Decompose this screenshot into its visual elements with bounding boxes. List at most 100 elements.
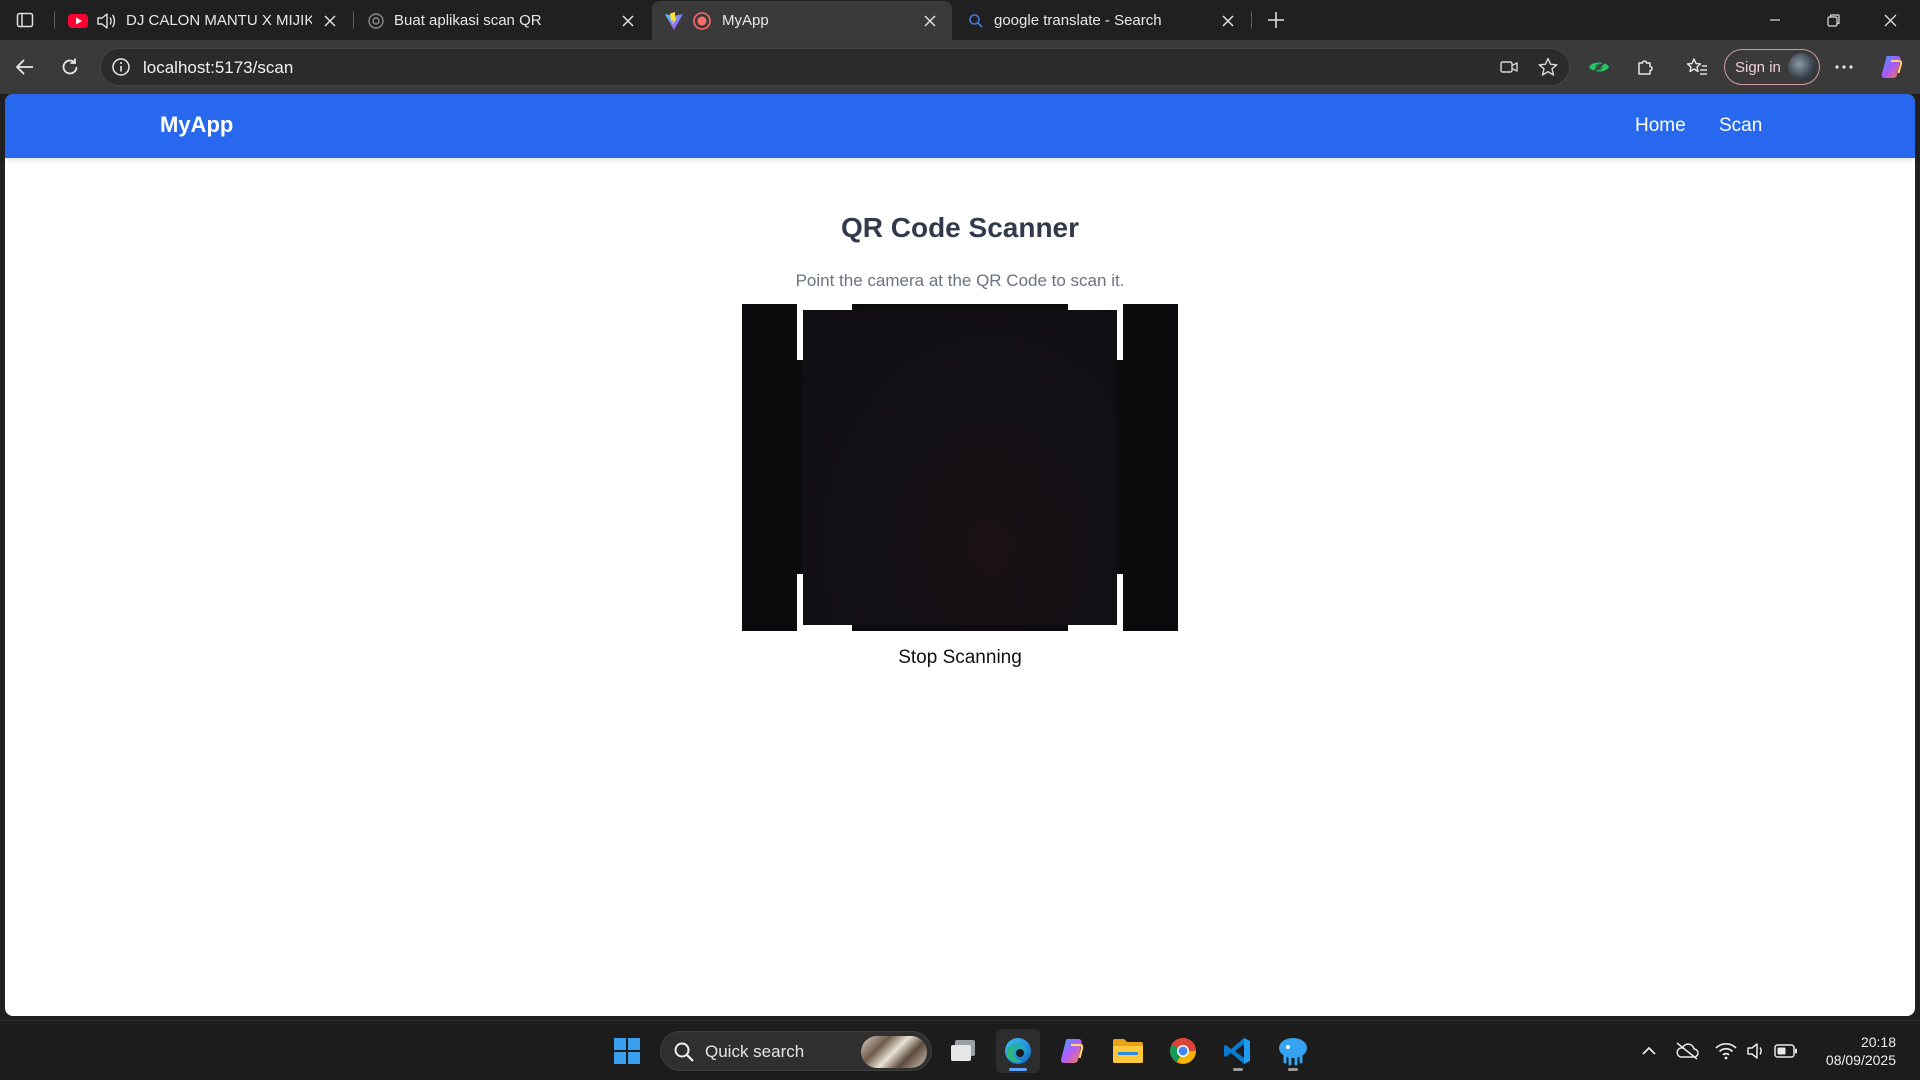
tab-youtube[interactable]: DJ CALON MANTU X MIJIKU xyxy=(56,1,352,40)
sign-in-button[interactable]: Sign in xyxy=(1724,49,1820,85)
windows-start-icon xyxy=(614,1038,640,1064)
scan-frame-corner xyxy=(797,304,803,360)
url-text[interactable]: localhost:5173/scan xyxy=(143,58,293,78)
search-icon xyxy=(673,1041,695,1063)
page-viewport: MyApp Home Scan QR Code Scanner Point th… xyxy=(5,94,1915,1016)
taskbar-vscode[interactable] xyxy=(1216,1029,1260,1073)
scan-frame-corner xyxy=(797,625,852,631)
close-icon[interactable] xyxy=(618,11,638,31)
address-bar[interactable]: localhost:5173/scan xyxy=(100,48,1570,86)
close-window-button[interactable] xyxy=(1862,0,1918,40)
tab-chatgpt[interactable]: Buat aplikasi scan QR xyxy=(354,1,650,40)
plus-icon xyxy=(1268,12,1284,28)
tab-strip: DJ CALON MANTU X MIJIKU Buat aplikasi sc… xyxy=(0,0,1920,40)
favorites-button[interactable] xyxy=(1680,50,1714,84)
battery-icon xyxy=(1774,1044,1797,1058)
vite-icon xyxy=(664,11,684,31)
app-navbar: MyApp Home Scan xyxy=(5,94,1915,158)
battery-button[interactable] xyxy=(1774,1039,1798,1063)
taskbar-copilot[interactable] xyxy=(1051,1029,1095,1073)
camera-feed xyxy=(802,310,1116,625)
eye-extension-icon xyxy=(1589,59,1609,75)
copilot-button[interactable] xyxy=(1876,50,1910,84)
extensions-button[interactable] xyxy=(1629,50,1663,84)
minimize-icon xyxy=(1770,19,1780,21)
camera-in-use-icon[interactable] xyxy=(1498,56,1520,78)
copilot-icon xyxy=(1060,1039,1084,1063)
taskbar-file-explorer[interactable] xyxy=(1106,1029,1150,1073)
reload-icon xyxy=(62,58,78,75)
wifi-icon xyxy=(1715,1042,1737,1060)
tab-title: Buat aplikasi scan QR xyxy=(394,12,542,29)
taskbar-edge[interactable] xyxy=(996,1029,1040,1073)
search-placeholder: Quick search xyxy=(705,1042,805,1061)
arrow-left-icon xyxy=(16,59,33,75)
restore-icon xyxy=(1826,13,1840,27)
chrome-icon xyxy=(1170,1037,1197,1064)
tab-title: google translate - Search xyxy=(994,12,1162,29)
search-icon xyxy=(966,11,986,31)
back-button[interactable] xyxy=(8,50,42,84)
copilot-icon xyxy=(1881,56,1903,78)
scan-frame-corner xyxy=(797,304,852,310)
favorite-star-icon[interactable] xyxy=(1537,56,1559,78)
clock-date: 08/09/2025 xyxy=(1825,1052,1896,1068)
close-icon xyxy=(1884,14,1896,26)
start-button[interactable] xyxy=(605,1029,649,1073)
extension-eye-button[interactable] xyxy=(1582,50,1616,84)
nav-link-home[interactable]: Home xyxy=(1635,115,1686,137)
scan-frame-corner xyxy=(1068,625,1123,631)
close-icon[interactable] xyxy=(320,11,340,31)
taskbar: Quick search 20:18 08/09/2025 xyxy=(0,1020,1920,1080)
vscode-icon xyxy=(1224,1038,1250,1064)
tab-actions-button[interactable] xyxy=(8,4,42,36)
scan-frame-corner xyxy=(797,574,803,625)
audio-playing-icon[interactable] xyxy=(96,11,116,31)
browser-toolbar: localhost:5173/scan Sign in xyxy=(0,40,1920,94)
close-icon[interactable] xyxy=(1218,11,1238,31)
close-icon[interactable] xyxy=(920,11,940,31)
more-menu-button[interactable] xyxy=(1827,50,1861,84)
scan-frame-corner xyxy=(1117,304,1123,360)
puzzle-icon xyxy=(1638,60,1653,75)
cloud-offline-icon xyxy=(1676,1042,1699,1060)
app-brand[interactable]: MyApp xyxy=(160,112,233,138)
page-subtitle: Point the camera at the QR Code to scan … xyxy=(795,271,1125,290)
avatar xyxy=(1788,53,1816,81)
chatgpt-icon xyxy=(366,11,386,31)
taskbar-search[interactable]: Quick search xyxy=(660,1031,932,1071)
tab-myapp[interactable]: MyApp xyxy=(652,1,952,40)
favorites-icon xyxy=(1686,58,1707,75)
wifi-button[interactable] xyxy=(1714,1039,1738,1063)
youtube-icon xyxy=(68,11,88,31)
recording-icon xyxy=(692,11,712,31)
system-clock[interactable]: 20:18 08/09/2025 xyxy=(1826,1033,1896,1069)
task-view-icon xyxy=(951,1040,975,1061)
show-hidden-icons-button[interactable] xyxy=(1637,1039,1661,1063)
edge-icon xyxy=(1005,1038,1031,1064)
taskbar-chrome[interactable] xyxy=(1161,1029,1205,1073)
taskbar-app[interactable] xyxy=(1271,1029,1315,1073)
onedrive-status-button[interactable] xyxy=(1675,1039,1699,1063)
search-highlight-image xyxy=(861,1036,927,1068)
task-view-button[interactable] xyxy=(941,1029,985,1073)
app-icon xyxy=(1279,1038,1307,1066)
restore-button[interactable] xyxy=(1805,0,1861,40)
tab-title: DJ CALON MANTU X MIJIKU xyxy=(126,12,312,29)
tab-search[interactable]: google translate - Search xyxy=(954,1,1250,40)
reload-button[interactable] xyxy=(53,50,87,84)
info-icon[interactable] xyxy=(111,57,131,77)
scan-frame-corner xyxy=(1117,574,1123,625)
more-icon xyxy=(1835,65,1853,69)
minimize-button[interactable] xyxy=(1747,0,1803,40)
page-title: QR Code Scanner xyxy=(840,212,1080,243)
volume-button[interactable] xyxy=(1744,1039,1768,1063)
volume-icon xyxy=(1747,1043,1762,1059)
tab-separator xyxy=(54,11,55,29)
scan-frame-corner xyxy=(1068,304,1123,310)
new-tab-button[interactable] xyxy=(1260,4,1292,36)
stop-scanning-button[interactable]: Stop Scanning xyxy=(898,647,1022,668)
camera-preview xyxy=(742,304,1178,631)
nav-link-scan[interactable]: Scan xyxy=(1719,115,1762,137)
sign-in-label: Sign in xyxy=(1735,58,1781,76)
